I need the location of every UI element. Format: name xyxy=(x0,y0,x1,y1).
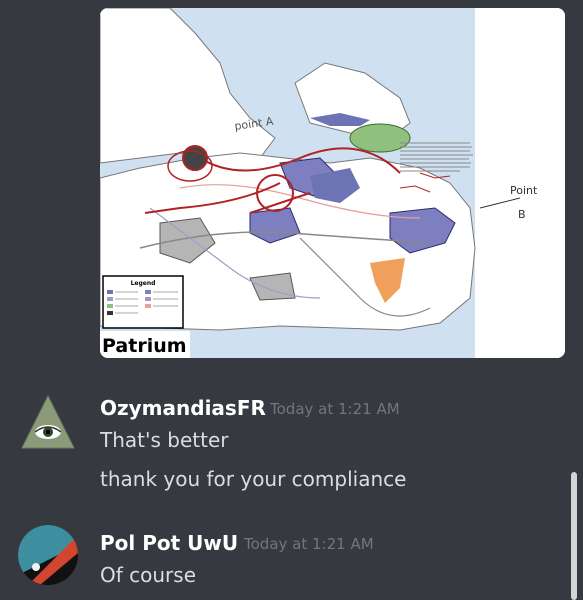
legend-title: Legend xyxy=(131,280,156,287)
image-attachment[interactable]: point A Point B Legend Patrium xyxy=(100,8,565,358)
scrollbar-thumb[interactable] xyxy=(571,472,577,600)
message-text: Of course xyxy=(100,563,196,587)
point-b-label-1: Point xyxy=(510,184,538,197)
avatar[interactable] xyxy=(18,525,78,585)
avatar[interactable] xyxy=(18,392,78,452)
message-text: That's better xyxy=(100,428,229,452)
message-text: thank you for your compliance xyxy=(100,467,407,491)
message-author[interactable]: OzymandiasFR xyxy=(100,396,266,420)
point-b-label-2: B xyxy=(518,208,526,221)
illuminati-eye-icon xyxy=(21,394,75,449)
pol-pot-avatar-icon xyxy=(18,525,78,585)
message-timestamp: Today at 1:21 AM xyxy=(244,535,374,553)
map-image: point A Point B Legend Patrium xyxy=(100,8,565,358)
map-title: Patrium xyxy=(102,335,187,357)
message-author[interactable]: Pol Pot UwU xyxy=(100,531,238,555)
scrollbar[interactable] xyxy=(571,472,577,600)
message-timestamp: Today at 1:21 AM xyxy=(270,400,400,418)
